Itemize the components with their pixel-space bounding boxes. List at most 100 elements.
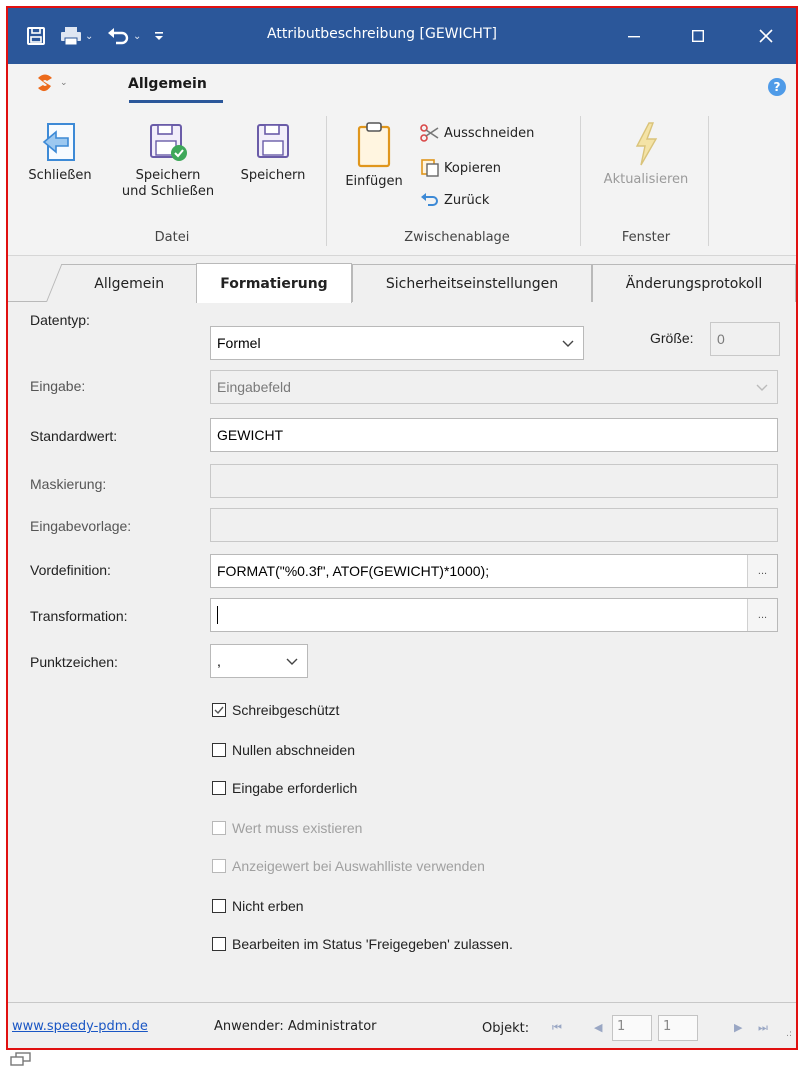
status-user: Anwender: Administrator [214,1019,377,1034]
copy-button[interactable]: Kopieren [420,158,501,178]
paste-label: Einfügen [345,174,403,189]
groesse-value: 0 [717,331,725,347]
ribbon-separator [708,116,709,246]
close-document-button[interactable]: Schließen [22,122,98,184]
paste-button[interactable]: Einfügen [334,122,414,190]
formatting-panel: Datentyp: Formel Größe: 0 Eingabe: Einga… [8,302,796,1002]
datentyp-select[interactable]: Formel [210,326,584,360]
checkbox-nullen-abschneiden[interactable]: Nullen abschneiden [212,742,355,758]
checkbox-eingabe-erforderlich[interactable]: Eingabe erforderlich [212,780,357,796]
app-logo-icon [38,74,52,92]
refresh-button[interactable]: Aktualisieren [586,122,706,188]
checkbox-label: Nicht erben [232,898,304,914]
standardwert-value: GEWICHT [217,427,284,443]
maximize-icon [692,30,704,42]
cut-label: Ausschneiden [444,125,535,141]
help-icon[interactable]: ? [768,78,786,96]
datentyp-value: Formel [217,335,261,351]
save-icon [257,124,289,158]
minimize-icon [628,36,640,38]
vordefinition-label: Vordefinition: [30,562,111,578]
last-record-icon[interactable]: ⏭ [758,1021,768,1035]
checkbox-nicht-erben[interactable]: Nicht erben [212,898,304,914]
previous-record-icon[interactable]: ◀ [594,1021,602,1034]
minimize-button[interactable] [614,18,654,54]
check-icon [214,706,224,715]
vordefinition-browse-button[interactable]: ... [747,555,777,587]
group-label-datei: Datei [154,230,190,245]
refresh-label: Aktualisieren [603,172,689,187]
checkbox-box[interactable] [212,899,226,913]
group-label-fenster: Fenster [621,230,671,245]
checkbox-label: Anzeigewert bei Auswahlliste verwenden [232,858,485,874]
save-button[interactable]: Speichern [230,122,316,184]
transformation-browse-button[interactable]: ... [747,599,777,631]
website-link[interactable]: www.speedy-pdm.de [12,1019,148,1034]
ribbon-tab-row: ⌄ Allgemein ? [8,64,796,108]
undo-label: Zurück [444,192,490,208]
ribbon-separator [580,116,581,246]
tab-aenderungsprotokoll[interactable]: Änderungsprotokoll [592,264,796,302]
maximize-button[interactable] [678,18,718,54]
tab-formatierung-label: Formatierung [220,275,328,292]
text-cursor [217,606,218,624]
transformation-label: Transformation: [30,608,128,624]
checkbox-box[interactable] [212,781,226,795]
undo-button[interactable]: Zurück [420,192,489,208]
eingabe-select[interactable]: Eingabefeld [210,370,778,404]
save-and-close-button[interactable]: Speichern und Schließen [112,122,224,200]
save-close-label-1: Speichern [135,168,201,183]
groesse-field[interactable]: 0 [710,322,780,356]
title-bar: ⌄ ⌄ Attributbeschreibung [GEWICHT] [8,8,796,64]
resize-grip-icon[interactable]: .: [786,1029,792,1039]
checkbox-box[interactable] [212,821,226,835]
checkbox-schreibgeschuetzt[interactable]: Schreibgeschützt [212,702,339,718]
paste-icon [357,122,391,168]
lightning-icon [635,122,658,166]
tab-sicherheit-label: Sicherheitseinstellungen [385,275,559,292]
groesse-label: Größe: [650,330,694,346]
checkbox-label: Nullen abschneiden [232,742,355,758]
save-close-icon [150,124,187,161]
checkbox-box[interactable] [212,703,226,717]
tab-allgemein[interactable]: Allgemein [46,264,214,302]
transformation-field[interactable]: ... [210,598,778,632]
total-record-field: 1 [658,1015,698,1041]
next-record-icon[interactable]: ▶ [734,1021,742,1034]
checkbox-box[interactable] [212,937,226,951]
tab-sicherheitseinstellungen[interactable]: Sicherheitseinstellungen [352,264,592,302]
chevron-down-icon [756,384,768,391]
checkbox-bearbeiten-freigegeben[interactable]: Bearbeiten im Status 'Freigegeben' zulas… [212,936,513,952]
checkbox-label: Bearbeiten im Status 'Freigegeben' zulas… [232,936,513,952]
checkbox-box[interactable] [212,859,226,873]
standardwert-field[interactable]: GEWICHT [210,418,778,452]
maskierung-label: Maskierung: [30,476,107,492]
eingabevorlage-label: Eingabevorlage: [30,518,132,534]
first-record-icon[interactable]: ⏮ [552,1021,562,1035]
checkbox-anzeigewert[interactable]: Anzeigewert bei Auswahlliste verwenden [212,858,485,874]
tab-formatierung[interactable]: Formatierung [196,263,352,303]
checkbox-box[interactable] [212,743,226,757]
checkbox-label: Schreibgeschützt [232,702,340,718]
checkbox-wert-muss-existieren[interactable]: Wert muss existieren [212,820,362,836]
close-button[interactable] [746,18,786,54]
ribbon-tab-allgemein[interactable]: Allgemein [128,76,207,92]
save-label: Speichern [240,168,306,183]
datentyp-label: Datentyp: [30,312,90,328]
ribbon: Schließen Speichern und Schließen Speich… [8,108,796,256]
copy-icon [421,159,439,177]
status-object-label: Objekt: [482,1021,530,1036]
ribbon-tab-underline [129,100,223,103]
app-menu-button[interactable]: ⌄ [34,72,68,94]
vordefinition-value: FORMAT("%0.3f", ATOF(GEWICHT)*1000); [217,563,490,579]
vordefinition-field[interactable]: FORMAT("%0.3f", ATOF(GEWICHT)*1000); ... [210,554,778,588]
checkbox-label: Eingabe erforderlich [232,780,358,796]
cut-button[interactable]: Ausschneiden [420,124,534,142]
maskierung-field[interactable] [210,464,778,498]
restore-window-icon [10,1052,32,1068]
eingabevorlage-field[interactable] [210,508,778,542]
save-close-label-2: und Schließen [121,184,215,199]
punktzeichen-select[interactable]: , [210,644,308,678]
chevron-down-icon [562,340,574,347]
current-record-field[interactable]: 1 [612,1015,652,1041]
